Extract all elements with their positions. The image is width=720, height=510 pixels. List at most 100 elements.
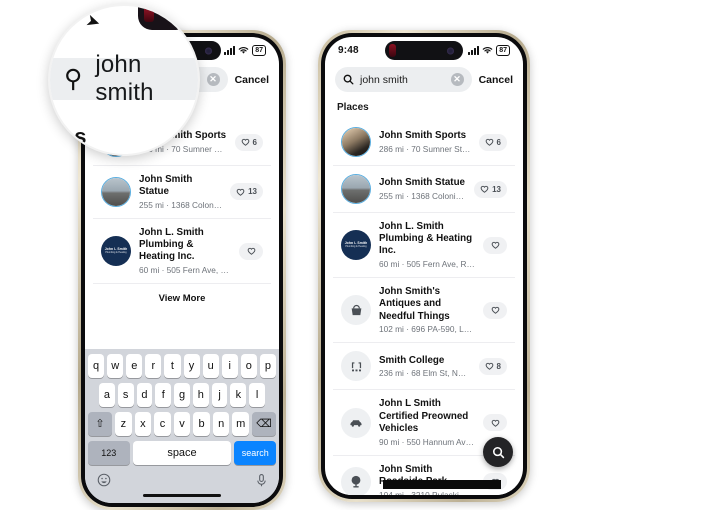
- tree-icon: [341, 466, 371, 495]
- dynamic-island-right: [385, 41, 463, 60]
- clear-search-button-right[interactable]: ✕: [450, 73, 464, 86]
- key-q[interactable]: q: [88, 353, 105, 378]
- list-item[interactable]: John L Smith Plumbing & Heating John L. …: [333, 213, 515, 279]
- avatar: [101, 176, 131, 207]
- cancel-button-left[interactable]: Cancel: [235, 74, 269, 86]
- key-h[interactable]: h: [192, 382, 209, 407]
- like-badge[interactable]: [483, 414, 507, 431]
- key-o[interactable]: o: [240, 353, 257, 378]
- keyboard-row-4: 123 space search: [88, 440, 276, 465]
- microphone-icon[interactable]: [256, 473, 267, 488]
- heart-icon: [491, 307, 499, 315]
- list-item-body: John L. Smith Plumbing & Heating Inc. 60…: [379, 221, 475, 269]
- loupe-content: ➤ ⚲ john smith es: [50, 6, 198, 154]
- key-b[interactable]: b: [193, 411, 210, 436]
- search-key[interactable]: search: [234, 440, 276, 465]
- list-item-body: Smith College 236 mi · 68 Elm St, Northa…: [379, 355, 471, 379]
- key-l[interactable]: l: [249, 382, 266, 407]
- search-input-value-right: john smith: [360, 73, 408, 86]
- keyboard-row-2: asdfghjkl: [88, 382, 276, 407]
- key-a[interactable]: a: [98, 382, 115, 407]
- like-badge[interactable]: 6: [234, 133, 263, 151]
- redaction-bar: [383, 480, 501, 489]
- avatar: [341, 127, 371, 157]
- keyboard-bottom-row: [88, 470, 276, 490]
- list-item-title: Smith College: [379, 354, 445, 366]
- key-n[interactable]: n: [212, 411, 230, 436]
- list-item-body: John Smith's Antiques and Needful Things…: [379, 286, 475, 334]
- key-t[interactable]: t: [164, 353, 181, 378]
- home-indicator-left: [143, 493, 221, 497]
- search-input-right[interactable]: john smith ✕: [335, 67, 472, 92]
- clear-search-button-left[interactable]: ✕: [206, 73, 220, 86]
- shopping-bag-icon: [341, 295, 371, 326]
- key-w[interactable]: w: [107, 353, 124, 378]
- map-search-fab[interactable]: [483, 437, 513, 467]
- list-item[interactable]: John Smith Sports 286 mi · 70 Sumner St,…: [333, 119, 515, 166]
- key-i[interactable]: i: [221, 353, 238, 378]
- heart-icon: [485, 138, 493, 146]
- loupe-dynamic-island: [138, 6, 190, 30]
- list-item-subtitle: 104 mi · 3210 Pulaski Highw...: [379, 489, 475, 495]
- emoji-icon[interactable]: [97, 473, 111, 487]
- like-badge[interactable]: [483, 301, 507, 319]
- like-badge[interactable]: [239, 242, 263, 260]
- space-key[interactable]: space: [132, 440, 232, 465]
- list-item-body: John Smith Statue 255 mi · 1368 Colonial…: [379, 177, 466, 201]
- list-item[interactable]: John Smith Statue 255 mi · 1368 Colonial…: [333, 166, 515, 213]
- heart-icon: [491, 419, 499, 427]
- key-z[interactable]: z: [115, 411, 132, 436]
- list-item[interactable]: John Smith's Antiques and Needful Things…: [333, 278, 515, 344]
- key-g[interactable]: g: [174, 382, 190, 407]
- heart-icon: [247, 247, 255, 255]
- list-item-subtitle: 60 mi · 505 Fern Ave, Reading: [139, 265, 231, 276]
- key-y[interactable]: y: [183, 353, 200, 378]
- key-r[interactable]: r: [145, 353, 162, 378]
- key-c[interactable]: c: [154, 411, 171, 436]
- key-j[interactable]: j: [211, 382, 228, 407]
- like-badge[interactable]: 13: [230, 183, 263, 201]
- search-row-right: john smith ✕ Cancel: [325, 63, 523, 100]
- shift-key[interactable]: ⇧: [88, 411, 113, 436]
- list-item-title: John Smith Sports: [379, 130, 467, 142]
- key-m[interactable]: m: [232, 411, 249, 436]
- list-item[interactable]: John Smith Statue 255 mi · 1368 Colonial…: [93, 166, 271, 219]
- key-f[interactable]: f: [155, 382, 172, 407]
- cellular-signal-icon: [224, 45, 236, 55]
- key-s[interactable]: s: [117, 382, 134, 407]
- onscreen-keyboard: qwertyuiop asdfghjkl ⇧ zxcvbnm ⌫ 123 spa…: [85, 348, 279, 503]
- like-count: 6: [496, 137, 501, 147]
- like-count: 13: [248, 187, 257, 197]
- view-more-button[interactable]: View More: [93, 284, 271, 314]
- section-header-places-right: Places: [337, 102, 369, 113]
- list-item-title: John L Smith Certified Preowned Vehicles: [379, 398, 469, 434]
- car-icon: [341, 407, 371, 438]
- campus-icon: [341, 351, 371, 382]
- magnifier-loupe: ➤ ⚲ john smith es: [48, 4, 200, 156]
- like-badge[interactable]: [483, 236, 507, 254]
- backspace-key[interactable]: ⌫: [251, 411, 276, 436]
- cancel-button-right[interactable]: Cancel: [479, 74, 513, 86]
- list-item[interactable]: John L Smith Plumbing & Heating John L. …: [93, 219, 271, 285]
- key-e[interactable]: e: [126, 353, 143, 378]
- key-u[interactable]: u: [202, 353, 219, 378]
- island-glow: [389, 44, 396, 57]
- key-d[interactable]: d: [136, 382, 153, 407]
- phone-right-bezel: 9:48 87 john smith ✕ Cancel Places John …: [321, 33, 527, 499]
- logo-line-2: Plumbing & Heating: [345, 244, 367, 248]
- key-x[interactable]: x: [134, 411, 152, 436]
- keyboard-row-1: qwertyuiop: [88, 353, 276, 378]
- key-p[interactable]: p: [259, 353, 276, 378]
- list-item[interactable]: Smith College 236 mi · 68 Elm St, Northa…: [333, 343, 515, 391]
- loupe-search-field: ⚲ john smith: [50, 51, 198, 106]
- list-item-title: John L. Smith Plumbing & Heating Inc.: [139, 226, 204, 263]
- like-badge[interactable]: 8: [478, 357, 507, 375]
- loupe-clipped-places: es: [62, 124, 87, 149]
- results-card-right: John Smith Sports 286 mi · 70 Sumner St,…: [333, 119, 515, 495]
- like-badge[interactable]: 6: [478, 133, 507, 151]
- key-v[interactable]: v: [173, 411, 191, 436]
- key-k[interactable]: k: [230, 382, 247, 407]
- list-item-subtitle: 286 mi · 70 Sumner St, Mil...: [379, 143, 471, 154]
- numbers-key[interactable]: 123: [88, 440, 130, 465]
- like-badge[interactable]: 13: [474, 180, 507, 198]
